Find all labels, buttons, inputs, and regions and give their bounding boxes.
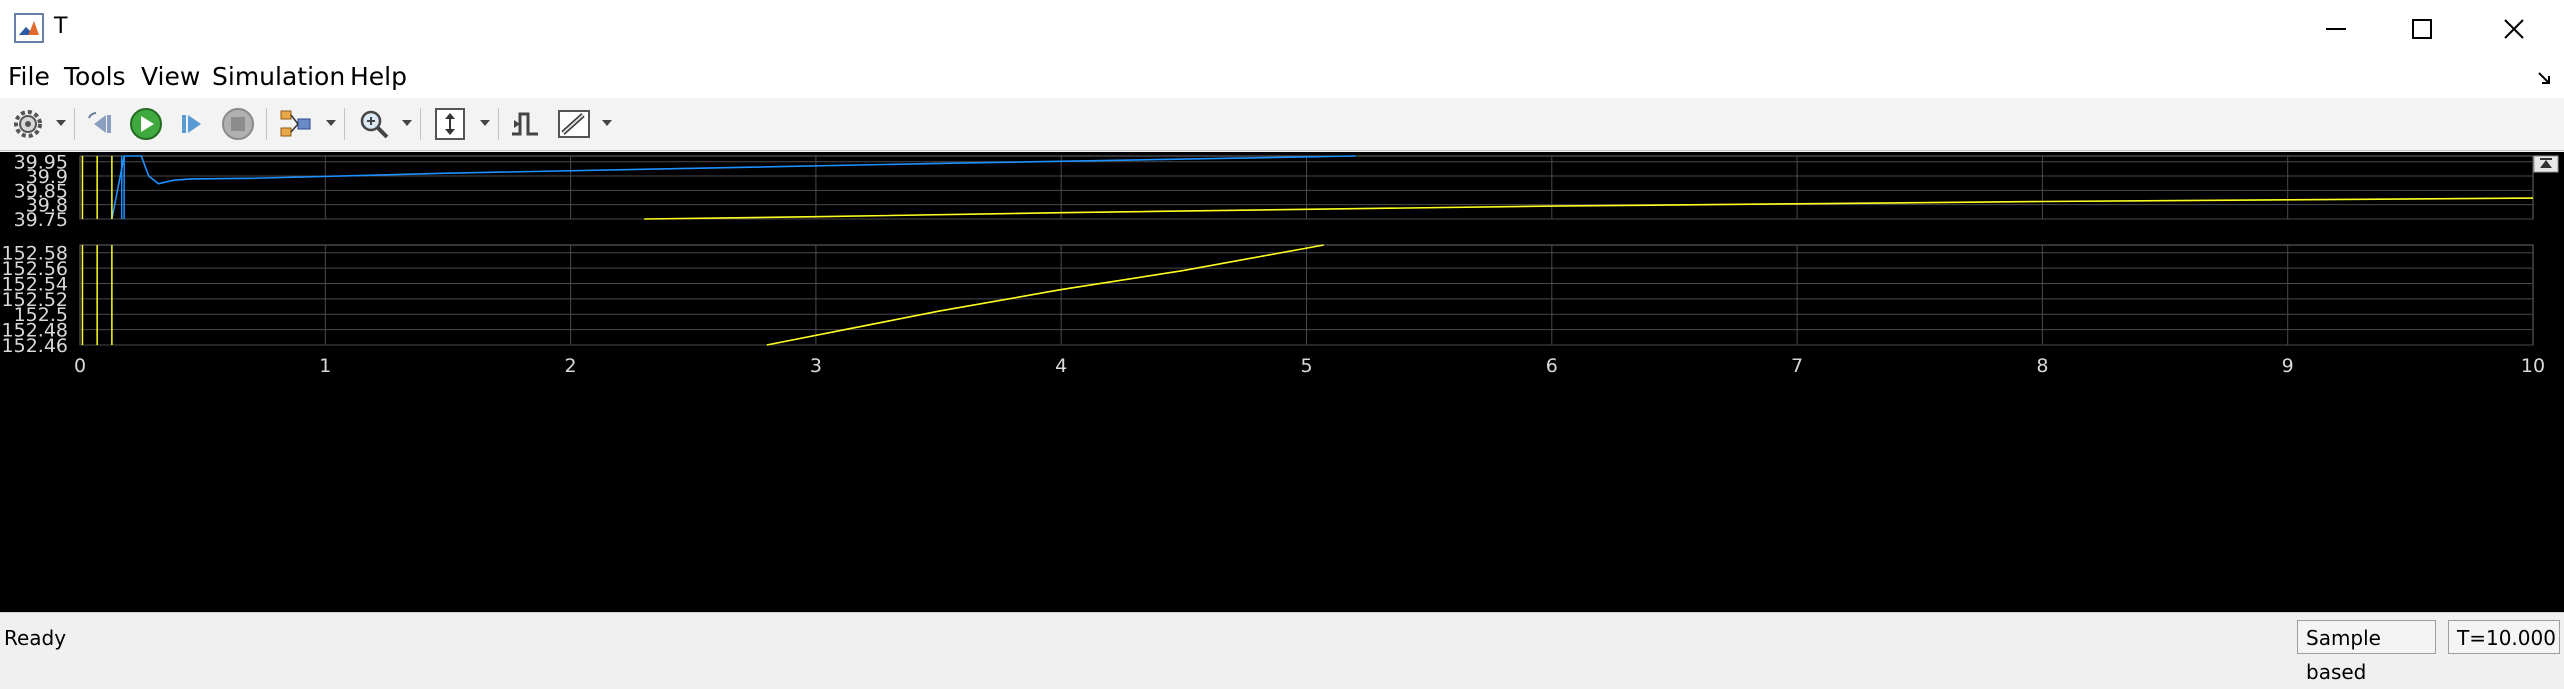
toolbar-separator <box>498 108 499 140</box>
x-tick-label: 4 <box>1055 355 1067 377</box>
zoom-button[interactable] <box>356 106 392 142</box>
maximize-button[interactable] <box>2392 8 2452 50</box>
menu-file[interactable]: File <box>8 62 50 91</box>
status-bar: Ready Sample based T=10.000 <box>0 612 2564 684</box>
title-bar: T <box>0 0 2564 58</box>
x-tick-label: 0 <box>74 355 86 377</box>
x-tick-label: 7 <box>1791 355 1803 377</box>
step-back-button[interactable] <box>84 106 120 142</box>
x-tick-label: 8 <box>2036 355 2048 377</box>
minimize-icon <box>2326 28 2346 30</box>
series-trace <box>111 155 1356 220</box>
toolbar-separator <box>266 108 267 140</box>
measurements-button[interactable] <box>556 106 592 142</box>
toolbar <box>0 98 2564 151</box>
x-tick-label: 5 <box>1300 355 1312 377</box>
status-text: Ready <box>4 626 67 650</box>
close-button[interactable] <box>2484 8 2544 50</box>
x-tick-labels: 0 1 2 3 4 5 6 7 8 9 10 <box>74 355 2545 377</box>
autoscale-toggle-button[interactable] <box>2533 155 2559 173</box>
axes-2-grid <box>79 244 2534 346</box>
step-back-icon <box>88 112 111 133</box>
maximize-icon <box>2412 19 2432 39</box>
toolbar-separator <box>74 108 75 140</box>
triggers-icon <box>512 112 538 136</box>
x-tick-label: 6 <box>1546 355 1558 377</box>
matlab-icon <box>14 13 44 43</box>
x-tick-label: 3 <box>810 355 822 377</box>
menu-tools[interactable]: Tools <box>64 62 126 91</box>
scope-plots[interactable]: 39.9539.939.8539.839.75 152.58152.56152.… <box>0 152 2564 612</box>
settings-icon <box>14 110 42 138</box>
toolbar-separator <box>420 108 421 140</box>
step-forward-icon <box>182 115 201 133</box>
menu-simulation[interactable]: Simulation <box>212 62 345 91</box>
menu-view[interactable]: View <box>141 62 200 91</box>
y-tick-label: 152.46 <box>2 335 68 357</box>
layout-icon <box>280 110 311 137</box>
x-tick-label: 1 <box>319 355 331 377</box>
scope-display[interactable]: 39.95 39.9 39.85 39.8 39.75 152.58 152.56 152.… <box>0 152 2564 612</box>
zoom-icon <box>360 110 389 139</box>
minimize-button[interactable] <box>2306 8 2366 50</box>
window-title: T <box>54 14 68 39</box>
scale-axes-icon <box>435 108 465 140</box>
measurements-dropdown-icon[interactable] <box>602 120 612 126</box>
menu-help[interactable]: Help <box>350 62 407 91</box>
x-tick-label: 9 <box>2282 355 2294 377</box>
menu-bar: File Tools View Simulation Help <box>0 58 2564 98</box>
axes-1-y-tick-labels: 39.9539.939.8539.839.75 <box>14 152 68 231</box>
x-tick-label: 2 <box>565 355 577 377</box>
toolbar-separator <box>344 108 345 140</box>
axes-1-traces <box>81 155 2534 220</box>
undock-icon[interactable] <box>2536 70 2552 90</box>
stop-icon <box>222 108 254 140</box>
scale-axes-button[interactable] <box>432 106 468 142</box>
stop-button[interactable] <box>220 106 256 142</box>
sample-mode-indicator: Sample based <box>2297 620 2436 684</box>
axes-2-y-tick-labels: 152.58152.56152.54152.52152.5152.48152.4… <box>2 243 68 357</box>
zoom-dropdown-icon[interactable] <box>402 120 412 126</box>
series-trace <box>644 197 2534 220</box>
simulation-time: T=10.000 <box>2448 620 2560 654</box>
layout-button[interactable] <box>278 106 314 142</box>
step-forward-button[interactable] <box>174 106 210 142</box>
measurements-icon <box>558 110 590 138</box>
close-icon <box>2504 19 2524 39</box>
y-tick-label: 39.75 <box>14 209 68 231</box>
run-button[interactable] <box>128 106 164 142</box>
run-icon <box>130 108 162 140</box>
settings-button[interactable] <box>10 106 46 142</box>
settings-dropdown-icon[interactable] <box>56 120 66 126</box>
layout-dropdown-icon[interactable] <box>326 120 336 126</box>
x-tick-label: 10 <box>2521 355 2545 377</box>
triggers-button[interactable] <box>508 106 544 142</box>
scale-axes-dropdown-icon[interactable] <box>480 120 490 126</box>
